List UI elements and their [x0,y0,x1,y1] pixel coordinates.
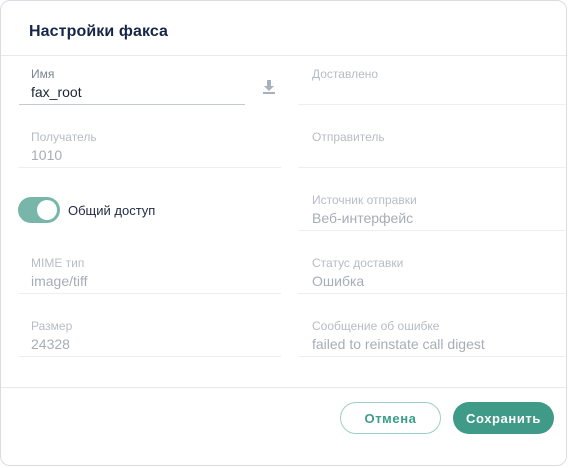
send-source-value: Веб-интерфейс [312,210,414,226]
download-icon[interactable] [262,79,276,95]
sender-label: Отправитель [312,130,385,144]
recipient-label: Получатель [31,130,97,144]
error-message-value: failed to reinstate call digest [312,336,485,352]
send-source-underline [298,230,565,231]
error-message-label: Сообщение об ошибке [312,319,440,333]
delivered-label: Доставлено [312,67,379,81]
recipient-field: Получатель 1010 [19,130,281,168]
delivery-status-underline [298,293,565,294]
size-field: Размер 24328 [19,319,281,357]
fax-settings-dialog: Настройки факса Имя fax_root Получатель … [0,0,567,466]
cancel-button[interactable]: Отмена [340,402,441,434]
toggle-knob [37,200,57,220]
name-label: Имя [31,67,55,81]
error-message-underline [298,356,565,357]
size-label: Размер [31,319,73,333]
size-value: 24328 [31,336,70,352]
name-field[interactable]: Имя fax_root [19,67,279,105]
shared-access-label: Общий доступ [68,203,156,218]
dialog-title: Настройки факса [29,23,169,40]
save-button[interactable]: Сохранить [453,402,554,434]
shared-access-toggle[interactable] [18,197,60,223]
delivery-status-value: Ошибка [312,273,365,289]
delivery-status-label: Статус доставки [312,256,404,270]
recipient-underline [19,167,281,168]
delivered-field: Доставлено [298,67,565,105]
name-underline [19,104,245,105]
send-source-field: Источник отправки Веб-интерфейс [298,193,565,231]
mime-type-underline [19,293,281,294]
delivered-underline [298,104,565,105]
mime-type-field: MIME тип image/tiff [19,256,281,294]
delivery-status-field: Статус доставки Ошибка [298,256,565,294]
name-value[interactable]: fax_root [31,83,279,101]
send-source-label: Источник отправки [312,193,417,207]
mime-type-value: image/tiff [31,273,88,289]
error-message-field: Сообщение об ошибке failed to reinstate … [298,319,565,357]
recipient-value: 1010 [31,147,63,163]
footer-divider [1,387,566,388]
sender-field: Отправитель [298,130,565,168]
mime-type-label: MIME тип [31,256,85,270]
size-underline [19,356,281,357]
sender-underline [298,167,565,168]
